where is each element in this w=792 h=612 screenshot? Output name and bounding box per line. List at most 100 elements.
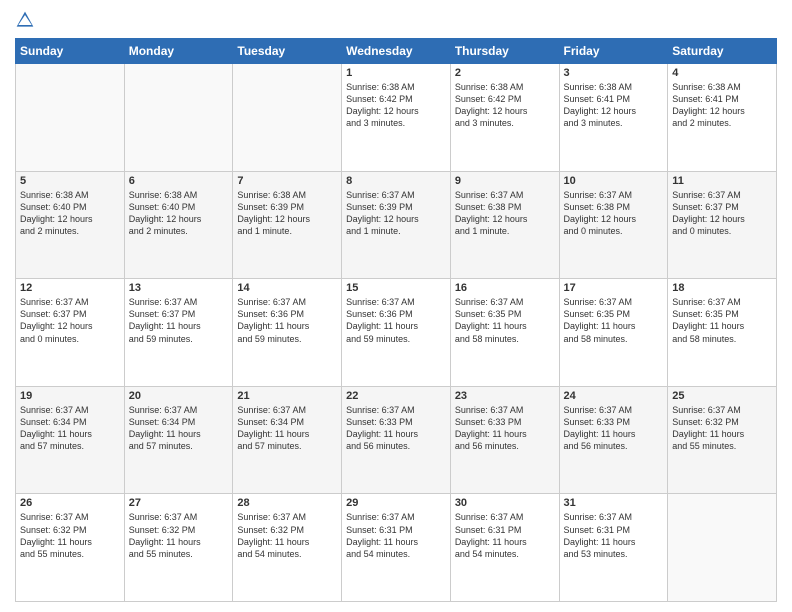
logo [15, 10, 39, 30]
calendar-cell: 3Sunrise: 6:38 AM Sunset: 6:41 PM Daylig… [559, 64, 668, 172]
calendar-cell: 19 Sunrise: 6:37 AM Sunset: 6:34 PM Dayli… [16, 386, 125, 494]
day-info: Sunrise: 6:38 AM Sunset: 6:42 PM Dayligh… [455, 81, 555, 130]
day-number: 20 [129, 390, 229, 402]
calendar-cell: 29 Sunrise: 6:37 AM Sunset: 6:31 PM Dayli… [342, 494, 451, 602]
calendar-cell: 2Sunrise: 6:38 AM Sunset: 6:42 PM Daylig… [450, 64, 559, 172]
calendar-cell: 17 Sunrise: 6:37 AM Sunset: 6:35 PM Dayli… [559, 279, 668, 387]
day-number: 16 [455, 282, 555, 294]
day-number: 19 [20, 390, 120, 402]
calendar-cell: 26 Sunrise: 6:37 AM Sunset: 6:32 PM Dayli… [16, 494, 125, 602]
day-header-thursday: Thursday [450, 39, 559, 64]
calendar-cell: 16 Sunrise: 6:37 AM Sunset: 6:35 PM Dayli… [450, 279, 559, 387]
day-number: 11 [672, 175, 772, 187]
day-number: 23 [455, 390, 555, 402]
day-info: Sunrise: 6:38 AM Sunset: 6:40 PM Dayligh… [20, 189, 120, 238]
day-info: Sunrise: 6:37 AM Sunset: 6:39 PM Dayligh… [346, 189, 446, 238]
day-info: Sunrise: 6:37 AM Sunset: 6:37 PM Dayligh… [20, 296, 120, 345]
day-number: 1 [346, 67, 446, 79]
day-number: 25 [672, 390, 772, 402]
calendar-cell: 12 Sunrise: 6:37 AM Sunset: 6:37 PM Dayli… [16, 279, 125, 387]
calendar-cell: 18Sunrise: 6:37 AM Sunset: 6:35 PM Dayli… [668, 279, 777, 387]
day-number: 12 [20, 282, 120, 294]
day-number: 10 [564, 175, 664, 187]
day-info: Sunrise: 6:37 AM Sunset: 6:33 PM Dayligh… [455, 404, 555, 453]
day-number: 7 [237, 175, 337, 187]
day-number: 4 [672, 67, 772, 79]
day-info: Sunrise: 6:37 AM Sunset: 6:31 PM Dayligh… [346, 511, 446, 560]
calendar-cell [668, 494, 777, 602]
day-info: Sunrise: 6:38 AM Sunset: 6:42 PM Dayligh… [346, 81, 446, 130]
day-header-monday: Monday [124, 39, 233, 64]
day-header-wednesday: Wednesday [342, 39, 451, 64]
day-info: Sunrise: 6:37 AM Sunset: 6:34 PM Dayligh… [237, 404, 337, 453]
calendar-cell: 13 Sunrise: 6:37 AM Sunset: 6:37 PM Dayli… [124, 279, 233, 387]
day-info: Sunrise: 6:37 AM Sunset: 6:35 PM Dayligh… [672, 296, 772, 345]
day-info: Sunrise: 6:37 AM Sunset: 6:37 PM Dayligh… [129, 296, 229, 345]
week-row-3: 19 Sunrise: 6:37 AM Sunset: 6:34 PM Dayli… [16, 386, 777, 494]
day-info: Sunrise: 6:37 AM Sunset: 6:32 PM Dayligh… [20, 511, 120, 560]
calendar-cell: 21 Sunrise: 6:37 AM Sunset: 6:34 PM Dayli… [233, 386, 342, 494]
day-number: 26 [20, 497, 120, 509]
day-info: Sunrise: 6:37 AM Sunset: 6:33 PM Dayligh… [346, 404, 446, 453]
day-info: Sunrise: 6:37 AM Sunset: 6:36 PM Dayligh… [346, 296, 446, 345]
day-number: 28 [237, 497, 337, 509]
day-number: 13 [129, 282, 229, 294]
calendar-cell: 1 Sunrise: 6:38 AM Sunset: 6:42 PM Daylig… [342, 64, 451, 172]
day-info: Sunrise: 6:37 AM Sunset: 6:31 PM Dayligh… [564, 511, 664, 560]
day-info: Sunrise: 6:37 AM Sunset: 6:31 PM Dayligh… [455, 511, 555, 560]
calendar-cell: 7 Sunrise: 6:38 AM Sunset: 6:39 PM Daylig… [233, 171, 342, 279]
calendar-cell: 28 Sunrise: 6:37 AM Sunset: 6:32 PM Dayli… [233, 494, 342, 602]
day-number: 29 [346, 497, 446, 509]
calendar-cell: 4 Sunrise: 6:38 AM Sunset: 6:41 PM Daylig… [668, 64, 777, 172]
week-row-2: 12 Sunrise: 6:37 AM Sunset: 6:37 PM Dayli… [16, 279, 777, 387]
day-number: 30 [455, 497, 555, 509]
day-number: 6 [129, 175, 229, 187]
calendar-cell: 22 Sunrise: 6:37 AM Sunset: 6:33 PM Dayli… [342, 386, 451, 494]
day-info: Sunrise: 6:37 AM Sunset: 6:37 PM Dayligh… [672, 189, 772, 238]
week-row-1: 5Sunrise: 6:38 AM Sunset: 6:40 PM Daylig… [16, 171, 777, 279]
day-number: 17 [564, 282, 664, 294]
calendar-cell: 14 Sunrise: 6:37 AM Sunset: 6:36 PM Dayli… [233, 279, 342, 387]
week-row-4: 26 Sunrise: 6:37 AM Sunset: 6:32 PM Dayli… [16, 494, 777, 602]
calendar-cell: 10 Sunrise: 6:37 AM Sunset: 6:38 PM Dayli… [559, 171, 668, 279]
day-number: 31 [564, 497, 664, 509]
calendar-cell: 30 Sunrise: 6:37 AM Sunset: 6:31 PM Dayli… [450, 494, 559, 602]
day-number: 3 [564, 67, 664, 79]
calendar-cell [233, 64, 342, 172]
days-header-row: SundayMondayTuesdayWednesdayThursdayFrid… [16, 39, 777, 64]
day-info: Sunrise: 6:37 AM Sunset: 6:32 PM Dayligh… [129, 511, 229, 560]
day-number: 9 [455, 175, 555, 187]
day-header-friday: Friday [559, 39, 668, 64]
calendar-cell [124, 64, 233, 172]
day-info: Sunrise: 6:37 AM Sunset: 6:38 PM Dayligh… [564, 189, 664, 238]
day-info: Sunrise: 6:38 AM Sunset: 6:41 PM Dayligh… [672, 81, 772, 130]
day-info: Sunrise: 6:37 AM Sunset: 6:34 PM Dayligh… [129, 404, 229, 453]
day-info: Sunrise: 6:37 AM Sunset: 6:36 PM Dayligh… [237, 296, 337, 345]
day-number: 15 [346, 282, 446, 294]
day-info: Sunrise: 6:38 AM Sunset: 6:40 PM Dayligh… [129, 189, 229, 238]
page: SundayMondayTuesdayWednesdayThursdayFrid… [0, 0, 792, 612]
calendar-cell: 11 Sunrise: 6:37 AM Sunset: 6:37 PM Dayli… [668, 171, 777, 279]
day-header-tuesday: Tuesday [233, 39, 342, 64]
calendar-cell: 9 Sunrise: 6:37 AM Sunset: 6:38 PM Daylig… [450, 171, 559, 279]
day-info: Sunrise: 6:37 AM Sunset: 6:35 PM Dayligh… [564, 296, 664, 345]
calendar-cell: 15 Sunrise: 6:37 AM Sunset: 6:36 PM Dayli… [342, 279, 451, 387]
day-info: Sunrise: 6:37 AM Sunset: 6:32 PM Dayligh… [237, 511, 337, 560]
calendar: SundayMondayTuesdayWednesdayThursdayFrid… [15, 38, 777, 602]
day-info: Sunrise: 6:37 AM Sunset: 6:34 PM Dayligh… [20, 404, 120, 453]
calendar-cell: 8Sunrise: 6:37 AM Sunset: 6:39 PM Daylig… [342, 171, 451, 279]
day-number: 27 [129, 497, 229, 509]
calendar-cell: 23 Sunrise: 6:37 AM Sunset: 6:33 PM Dayli… [450, 386, 559, 494]
day-info: Sunrise: 6:37 AM Sunset: 6:38 PM Dayligh… [455, 189, 555, 238]
day-number: 21 [237, 390, 337, 402]
calendar-cell: 20 Sunrise: 6:37 AM Sunset: 6:34 PM Dayli… [124, 386, 233, 494]
day-info: Sunrise: 6:37 AM Sunset: 6:35 PM Dayligh… [455, 296, 555, 345]
day-number: 22 [346, 390, 446, 402]
day-number: 14 [237, 282, 337, 294]
day-info: Sunrise: 6:38 AM Sunset: 6:39 PM Dayligh… [237, 189, 337, 238]
day-header-saturday: Saturday [668, 39, 777, 64]
day-info: Sunrise: 6:37 AM Sunset: 6:32 PM Dayligh… [672, 404, 772, 453]
calendar-cell: 6 Sunrise: 6:38 AM Sunset: 6:40 PM Daylig… [124, 171, 233, 279]
calendar-cell: 31 Sunrise: 6:37 AM Sunset: 6:31 PM Dayli… [559, 494, 668, 602]
day-header-sunday: Sunday [16, 39, 125, 64]
